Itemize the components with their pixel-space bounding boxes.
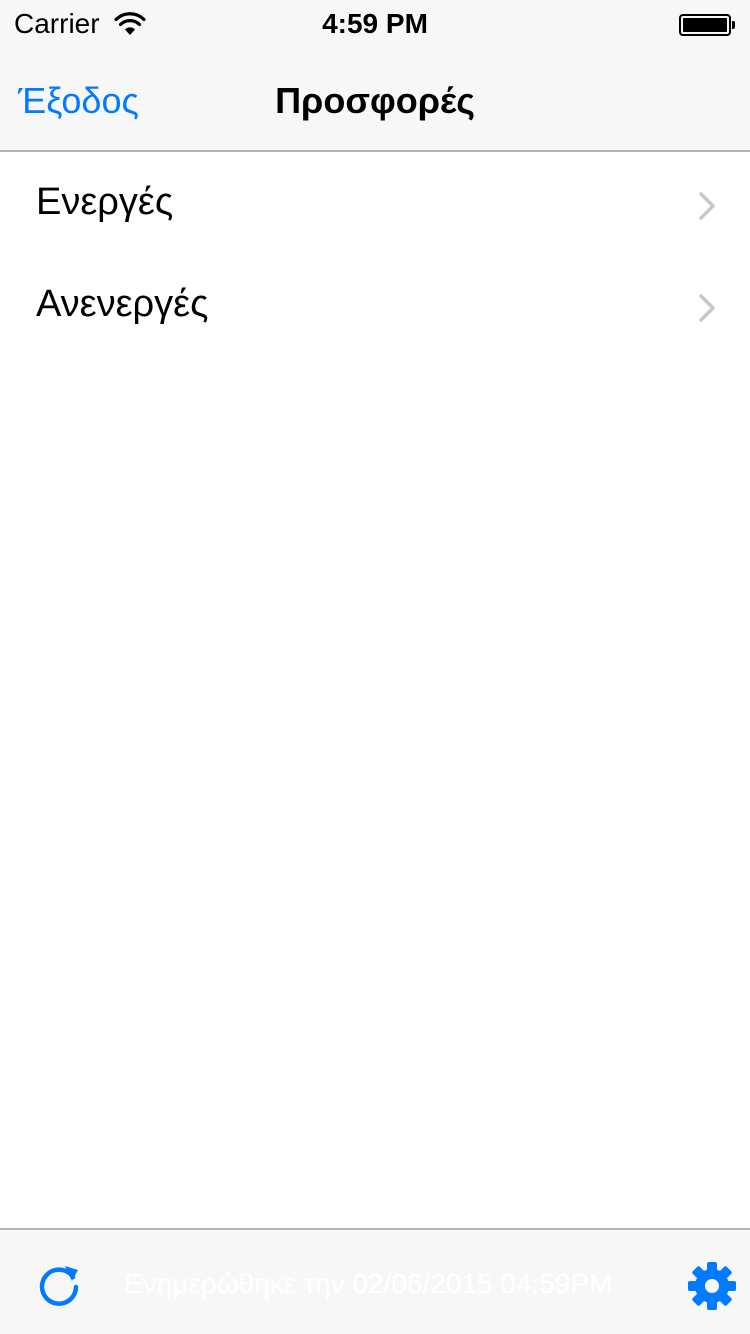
refresh-icon[interactable] [36, 1262, 82, 1308]
last-updated-text: Ενημερώθηκε την 02/06/2015 04:59PM [124, 1268, 613, 1299]
page-title: Προσφορές [275, 80, 475, 121]
screen: Carrier 4:59 PM Έξοδος Προσφορές Ενεργές [0, 0, 750, 1334]
chevron-right-icon [699, 192, 715, 220]
status-bar: Carrier 4:59 PM [0, 0, 750, 50]
list-item-label: Ανενεργές [36, 283, 209, 325]
list-item-label: Ενεργές [36, 181, 174, 223]
bottom-toolbar: Ενημερώθηκε την 02/06/2015 04:59PM [0, 1228, 750, 1334]
nav-bar: Έξοδος Προσφορές [0, 50, 750, 152]
battery-icon [679, 14, 735, 36]
offers-list: Ενεργές Ανενεργές [0, 154, 750, 358]
status-time: 4:59 PM [322, 8, 428, 39]
gear-icon[interactable] [686, 1260, 738, 1312]
top-bars: Carrier 4:59 PM Έξοδος Προσφορές [0, 0, 750, 152]
list-item-active[interactable]: Ενεργές [0, 154, 750, 256]
list-item-inactive[interactable]: Ανενεργές [0, 256, 750, 358]
chevron-right-icon [699, 294, 715, 322]
